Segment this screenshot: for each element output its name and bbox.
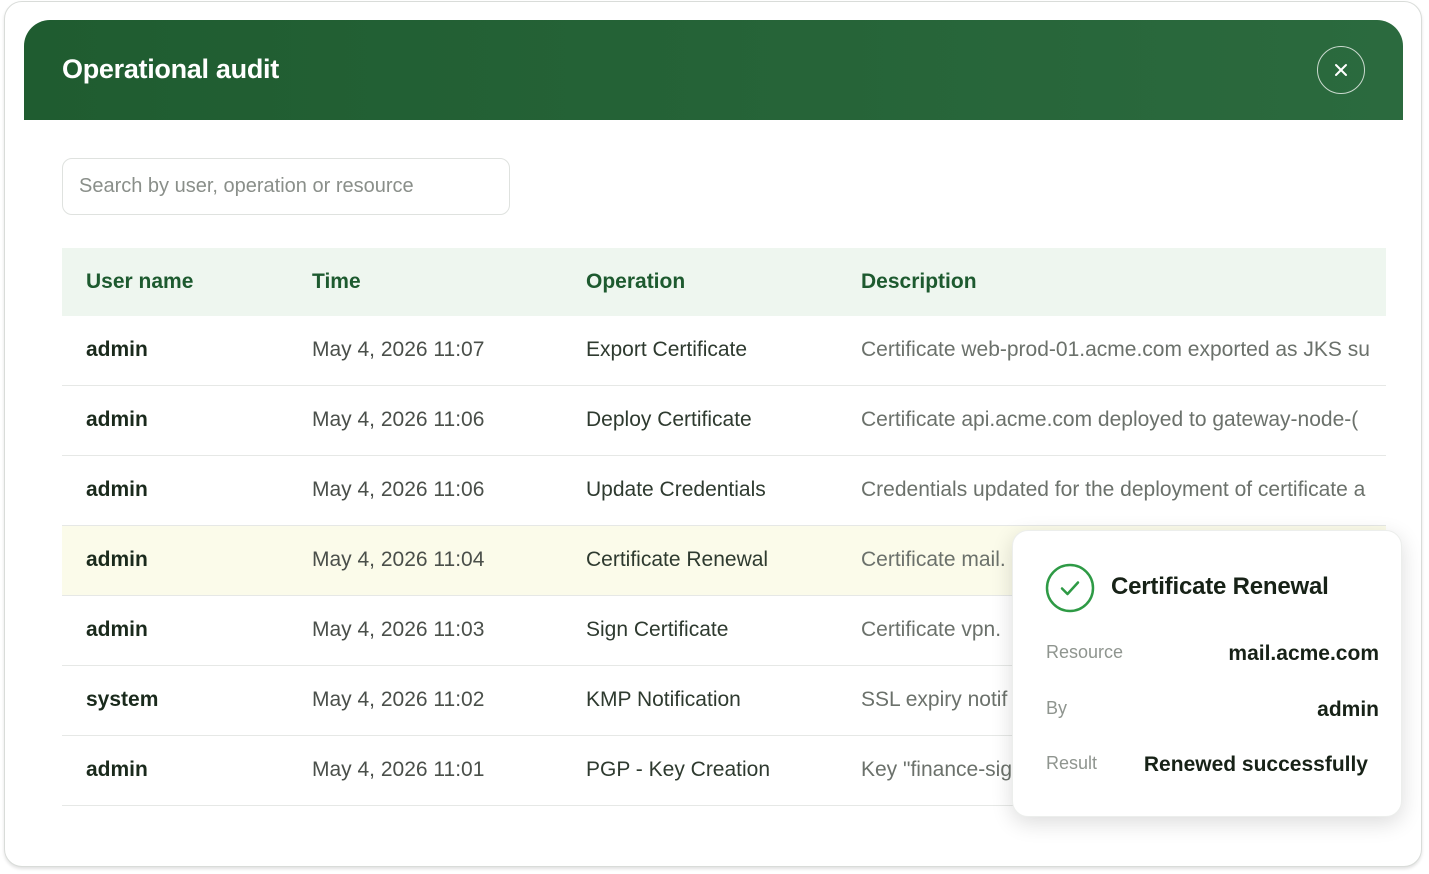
cell-description: Credentials updated for the deployment o… [861,478,1366,501]
cell-time: May 4, 2026 11:02 [312,688,485,711]
resource-value: mail.acme.com [1228,642,1379,665]
cell-description: Certificate api.acme.com deployed to gat… [861,408,1359,431]
cell-description: Certificate mail. [861,548,1006,571]
table-row[interactable]: admin May 4, 2026 11:06 Update Credentia… [62,456,1386,526]
cell-operation: KMP Notification [586,688,741,711]
table-header: User name Time Operation Description [62,248,1386,316]
column-header-operation[interactable]: Operation [586,270,685,294]
cell-user: admin [86,548,148,571]
cell-time: May 4, 2026 11:07 [312,338,485,361]
cell-user: admin [86,338,148,361]
dialog-title: Operational audit [62,54,279,84]
cell-description: Certificate web-prod-01.acme.com exporte… [861,338,1370,361]
cell-description: Certificate vpn. [861,618,1002,641]
cell-user: admin [86,758,148,781]
detail-popover: Certificate Renewal Resource mail.acme.c… [1012,530,1402,817]
cell-time: May 4, 2026 11:01 [312,758,485,781]
column-header-user[interactable]: User name [86,270,193,294]
cell-user: admin [86,618,148,641]
popover-title: Certificate Renewal [1111,573,1329,600]
column-header-time[interactable]: Time [312,270,361,294]
cell-time: May 4, 2026 11:06 [312,478,485,501]
result-value: Renewed successfully [1143,753,1368,776]
cell-time: May 4, 2026 11:06 [312,408,485,431]
by-label: By [1046,698,1068,718]
check-circle-icon [1045,563,1095,613]
cell-operation: Update Credentials [586,478,766,501]
close-button[interactable] [1317,46,1365,94]
cell-description: SSL expiry notif [861,688,1008,711]
cell-user: admin [86,478,148,501]
by-value: admin [1317,698,1379,721]
cell-operation: Export Certificate [586,338,748,361]
result-label: Result [1046,753,1098,773]
cell-user: admin [86,408,148,431]
dialog-header: Operational audit [24,20,1403,120]
cell-time: May 4, 2026 11:03 [312,618,485,641]
column-header-description[interactable]: Description [861,270,977,294]
cell-operation: Deploy Certificate [586,408,752,431]
resource-label: Resource [1046,642,1124,662]
cell-user: system [86,688,159,711]
search-input[interactable] [63,159,509,214]
cell-description: Key "finance-sig [861,758,1013,781]
close-icon [1335,64,1347,76]
cell-operation: PGP - Key Creation [586,758,771,781]
table-row[interactable]: admin May 4, 2026 11:07 Export Certifica… [62,316,1386,386]
cell-operation: Certificate Renewal [586,548,769,571]
table-row[interactable]: admin May 4, 2026 11:06 Deploy Certifica… [62,386,1386,456]
search-box[interactable] [62,158,510,215]
cell-time: May 4, 2026 11:04 [312,548,485,571]
cell-operation: Sign Certificate [586,618,729,641]
